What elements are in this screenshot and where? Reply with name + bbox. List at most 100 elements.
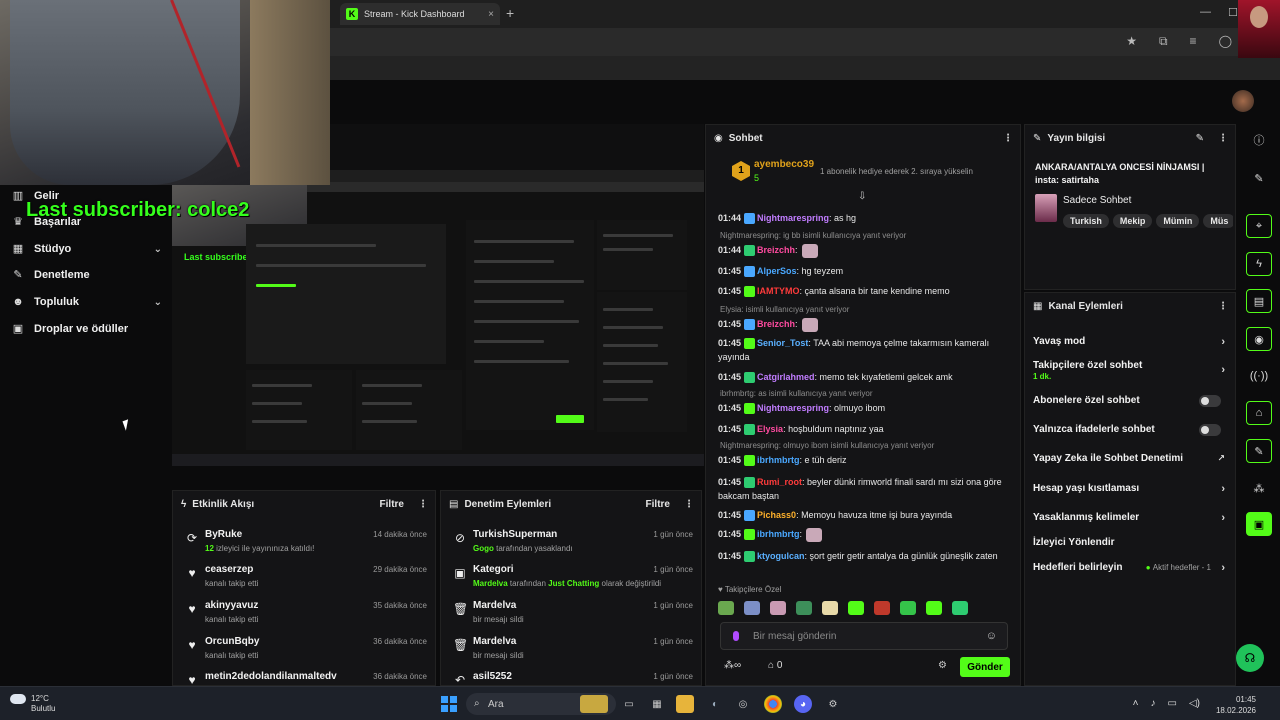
chat-username[interactable]: IAMTYMO [757, 286, 800, 296]
info-icon[interactable]: ⓘ [1246, 128, 1272, 152]
chat-username[interactable]: Breizchh [757, 245, 795, 255]
volume-icon[interactable]: ◁) [1189, 698, 1200, 709]
send-button[interactable]: Gönder [960, 657, 1010, 677]
chat-username[interactable]: Senior_Tost [757, 338, 808, 348]
tab-kick-dashboard[interactable]: K Stream - Kick Dashboard × [340, 3, 500, 25]
account-age-row[interactable]: Hesap yaşı kısıtlaması › [1033, 483, 1225, 495]
chat-username[interactable]: Pichass0 [757, 510, 796, 520]
list-item[interactable]: 🗑 Mardelva bir mesajı sildi 1 gün önce [449, 634, 693, 668]
category-thumbnail[interactable] [1035, 194, 1057, 222]
collapse-icon[interactable]: ⇩ [858, 191, 866, 202]
list-item[interactable]: 🗑 Mardelva bir mesajı sildi 1 gün önce [449, 598, 693, 632]
windows-start-icon[interactable] [441, 696, 457, 712]
emote-icon[interactable] [900, 601, 916, 615]
list-item[interactable]: ♥ ceaserzep kanalı takip etti 29 dakika … [181, 562, 427, 596]
subscribers-chat-toggle[interactable] [1199, 395, 1221, 407]
app-icon[interactable]: ◐ [706, 695, 724, 713]
emote-icon[interactable] [926, 601, 942, 615]
discord-icon[interactable]: ◕ [794, 695, 812, 713]
chat-message[interactable]: 01:45 AlperSos: hg teyzem [718, 264, 1012, 278]
sidebar-item-droplar[interactable]: ▣ Droplar ve ödüller [12, 323, 162, 335]
chat-icon[interactable]: ◉ [1246, 327, 1272, 351]
chat-username[interactable]: Catgirlahmed [757, 372, 815, 382]
more-options-icon[interactable]: ⋮ [1218, 133, 1228, 144]
clip-icon[interactable]: ⌖ [1246, 214, 1272, 238]
emote-icon[interactable] [770, 601, 786, 615]
taskbar-clock[interactable]: 01:45 18.02.2026 [1216, 694, 1256, 716]
chevron-up-icon[interactable]: ˄ [1133, 698, 1139, 709]
emote-icon[interactable] [952, 601, 968, 615]
display-icon[interactable]: ▭ [1168, 698, 1177, 709]
emoji-icon[interactable]: ☺ [986, 630, 997, 642]
chat-message[interactable]: 01:45 ibrhmbrtg: [718, 527, 1012, 542]
game-icon[interactable]: ▣ [1246, 512, 1272, 536]
list-item[interactable]: ⟳ ByRuke 12 izleyici ile yayınınıza katı… [181, 527, 427, 561]
chat-username[interactable]: ibrhmbrtg [757, 529, 800, 539]
chat-username[interactable]: Nightmarespring [757, 213, 829, 223]
chat-message[interactable]: 01:45 Nightmarespring: olmuyo ibom [718, 401, 1012, 415]
list-item[interactable]: ▣ Kategori Mardelva tarafından Just Chat… [449, 562, 693, 596]
app-icon[interactable]: ⚙ [824, 695, 842, 713]
set-goals-row[interactable]: Hedefleri belirleyin ● Aktif hedefler - … [1033, 562, 1225, 574]
chat-message[interactable]: 01:45 Elysia: hoşbuldum naptınız yaa [718, 422, 1012, 436]
wrench-icon[interactable]: ✎ [1246, 439, 1272, 463]
chat-username[interactable]: Rumi_root [757, 477, 802, 487]
microphone-icon[interactable] [733, 631, 739, 641]
pinned-user[interactable]: ayembeco39 [754, 159, 814, 170]
sidebar-item-denetleme[interactable]: ✎ Denetleme [12, 269, 162, 281]
widget-icon[interactable] [580, 695, 608, 713]
chat-message[interactable]: 01:45 ktyogulcan: şort getir getir antaly… [718, 549, 1012, 563]
list-item[interactable]: ♥ akinyyavuz kanalı takip etti 35 dakika… [181, 598, 427, 632]
reading-list-icon[interactable]: ≡ [1190, 34, 1197, 49]
broadcast-icon[interactable]: ((·)) [1246, 364, 1272, 388]
slow-mode-row[interactable]: Yavaş mod › [1033, 336, 1225, 348]
help-headset-icon[interactable]: ☊ [1236, 644, 1264, 672]
chat-message[interactable]: 01:45 Breizchh: [718, 317, 1012, 332]
chat-message[interactable]: 01:44 Nightmarespring: as hg [718, 211, 1012, 225]
steam-icon[interactable]: ◎ [734, 695, 752, 713]
list-item[interactable]: ⊘ TurkishSuperman Gogo tarafından yasakl… [449, 527, 693, 561]
chat-username[interactable]: ibrhmbrtg [757, 455, 800, 465]
viewer-redirect-row[interactable]: İzleyici Yönlendir [1033, 537, 1225, 548]
chat-message[interactable]: 01:45 Rumi_root: beyler dünki rimworld fi… [718, 475, 1012, 503]
emote-icon[interactable] [796, 601, 812, 615]
emote-icon[interactable] [848, 601, 864, 615]
followers-chat-row[interactable]: Takipçilere özel sohbet 1 dk. › [1033, 360, 1225, 382]
clipboard-icon[interactable]: ▤ [1246, 289, 1272, 313]
emotes-only-toggle[interactable] [1199, 424, 1221, 436]
edit-icon[interactable]: ✎ [1246, 166, 1272, 190]
emote-icon[interactable] [744, 601, 760, 615]
file-explorer-icon[interactable] [676, 695, 694, 713]
profile-icon[interactable]: ◯ [1219, 34, 1232, 49]
chat-message[interactable]: 01:45 ibrhmbrtg: e tüh deriz [718, 453, 1012, 467]
tag[interactable]: Turkish [1063, 214, 1109, 228]
chrome-icon[interactable] [764, 695, 782, 713]
chat-message[interactable]: 01:45 Pichass0: Memoyu havuza itme işi bu… [718, 508, 1012, 522]
tag[interactable]: Mümin [1156, 214, 1200, 228]
tag[interactable]: Mekip [1112, 214, 1153, 228]
calculator-icon[interactable]: ▦ [648, 695, 666, 713]
chat-message[interactable]: 01:45 IAMTYMO: çanta alsana bir tane kend… [718, 284, 1012, 298]
new-tab-button[interactable]: + [506, 5, 514, 21]
sidebar-item-studyo[interactable]: ▦ Stüdyo ⌄ [12, 243, 162, 255]
bolt-icon[interactable]: ϟ [1246, 252, 1272, 276]
weather-widget[interactable]: 12°C Bulutlu [10, 694, 55, 714]
chat-input[interactable]: Bir mesaj gönderin ☺ [720, 622, 1008, 650]
emote-icon[interactable] [822, 601, 838, 615]
minimize-icon[interactable]: — [1200, 6, 1211, 18]
chat-message[interactable]: 01:45 Senior_Tost: TAA abi memoya çelme t… [718, 336, 1012, 364]
task-view-icon[interactable]: ▭ [620, 695, 638, 713]
ai-moderation-row[interactable]: Yapay Zeka ile Sohbet Denetimi ↗ [1033, 453, 1225, 464]
emote-icon[interactable] [874, 601, 890, 615]
community-icon[interactable]: ⁂ [1246, 476, 1272, 500]
sidebar-item-topluluk[interactable]: ☻ Topluluk ⌄ [12, 296, 162, 308]
chat-message[interactable]: 01:45 Catgirlahmed: memo tek kıyafetlemi … [718, 370, 1012, 384]
filter-button[interactable]: Filtre [380, 499, 404, 510]
chat-username[interactable]: ktyogulcan [757, 551, 805, 561]
more-options-icon[interactable]: ⋮ [418, 499, 428, 510]
edit-pencil-icon[interactable]: ✎ [1196, 133, 1204, 144]
infinity-icon[interactable]: ⁂∞ [724, 660, 741, 671]
more-options-icon[interactable]: ⋮ [684, 499, 694, 510]
tag[interactable]: Müs [1203, 214, 1233, 228]
bookmark-star-icon[interactable]: ★ [1126, 34, 1137, 49]
